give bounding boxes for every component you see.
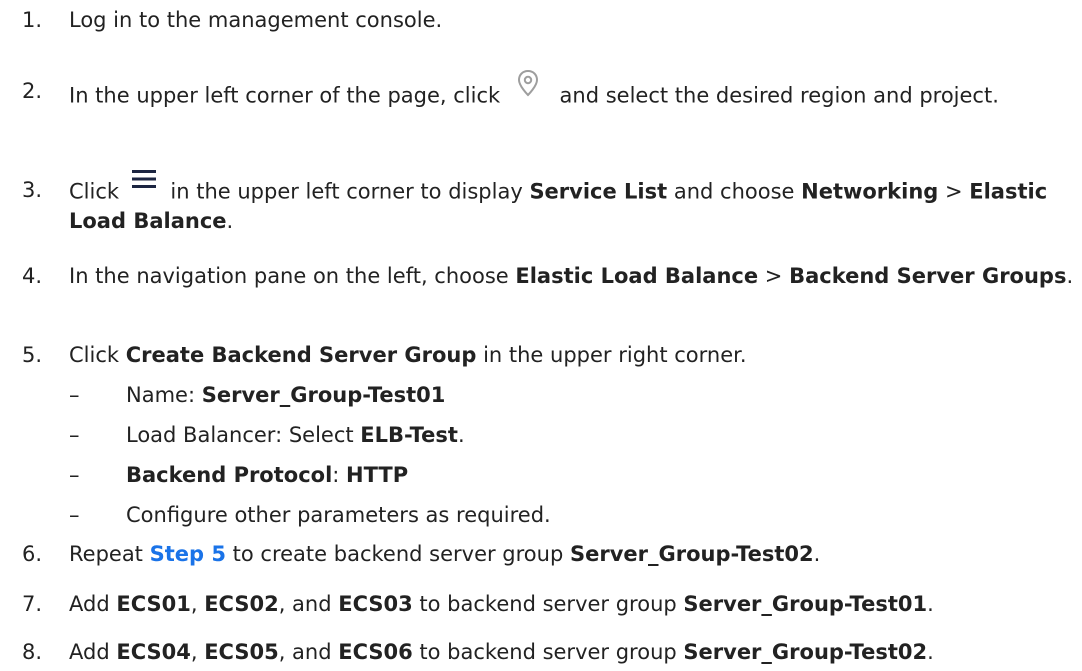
substep-text: Backend Protocol: HTTP [126,462,1075,489]
ecs05-label: ECS05 [204,640,279,664]
step-number: 1. [22,8,43,32]
bullet-dash: – [69,383,80,407]
step-number: 6. [22,542,43,566]
service-list-label: Service List [529,179,668,204]
backend-server-groups-label: Backend Server Groups [789,264,1067,288]
http-value: HTTP [346,463,409,487]
location-pin-icon [513,68,543,105]
step-7: 7. Add ECS01, ECS02, and ECS03 to backen… [0,591,1075,618]
step-text-part: in the upper left corner to display [163,179,530,204]
step-8: 8. Add ECS04, ECS05, and ECS06 to backen… [0,639,1075,666]
step-text-part: In the upper left corner of the page, cl… [69,83,507,108]
ecs02-label: ECS02 [204,592,279,616]
backend-protocol-label: Backend Protocol [126,463,333,487]
step-text-part: to backend server group [412,592,684,616]
step-text-part: to backend server group [412,640,684,664]
step-4: 4. In the navigation pane on the left, c… [0,263,1075,290]
step-text-part: , [190,640,205,664]
elb-test-value: ELB-Test [360,423,458,447]
document-page: { "steps": [ {"num": "1.", "text": "Log … [0,0,1082,671]
step-text: Log in to the management console. [69,8,443,32]
substep-text: Load Balancer: Select ELB-Test. [126,422,1075,449]
step-text-part: and choose [667,179,802,204]
step-text: Add ECS01, ECS02, and ECS03 to backend s… [69,591,1075,618]
step-text-part: In the navigation pane on the left, choo… [69,264,516,288]
step-text-part: Add [69,640,117,664]
bullet-dash: – [69,503,80,527]
step-text-part: Click [69,179,126,204]
ecs04-label: ECS04 [116,640,191,664]
step-number: 4. [22,264,43,288]
step-text-part: . [226,209,234,233]
step-text: Add ECS04, ECS05, and ECS06 to backend s… [69,639,1075,666]
step-text-part: , [190,592,205,616]
ecs06-label: ECS06 [338,640,413,664]
step-text-part: and select the desired region and projec… [552,83,999,108]
step-text: In the upper left corner of the page, cl… [69,69,1075,115]
step-text: Repeat Step 5 to create backend server g… [69,541,1075,568]
substep-backend-protocol: – Backend Protocol: HTTP [0,462,1075,489]
substep-text-part: Load Balancer: Select [126,423,361,447]
substep-text: Configure other parameters as required. [126,503,551,527]
step-3: 3. Click in the upper left corner to dis… [0,170,1075,235]
server-group-name-value: Server_Group-Test01 [201,383,446,407]
step-number: 7. [22,592,43,616]
step-number: 3. [22,178,43,202]
step-6: 6. Repeat Step 5 to create backend serve… [0,541,1075,568]
step-text: Click in the upper left corner to displa… [69,170,1075,235]
step-text-part: . [1066,264,1074,288]
bullet-dash: – [69,463,80,487]
step-text-part: > [938,179,970,204]
ecs01-label: ECS01 [116,592,191,616]
server-group-test01-label: Server_Group-Test01 [683,592,928,616]
ecs03-label: ECS03 [338,592,413,616]
server-group-test02-label: Server_Group-Test02 [569,542,814,566]
step-text-part: . [927,592,934,616]
substep-name: – Name: Server_Group-Test01 [0,382,1075,409]
step-text-part: , and [278,592,339,616]
hamburger-menu-icon [130,167,158,198]
substep-text: Name: Server_Group-Test01 [126,382,1075,409]
substep-load-balancer: – Load Balancer: Select ELB-Test. [0,422,1075,449]
step-text-part: to create backend server group [225,542,570,566]
substep-text-part: . [457,423,465,447]
step-text-part: > [758,264,790,288]
step-text: Click Create Backend Server Group in the… [69,342,1075,369]
step-2: 2. In the upper left corner of the page,… [0,69,1075,115]
step-text-part: Click [69,343,126,367]
substep-text-part: Name: [126,383,202,407]
step-5-link[interactable]: Step 5 [150,542,226,566]
step-text-part: in the upper right corner. [476,343,747,367]
step-text: In the navigation pane on the left, choo… [69,263,1075,290]
step-text-part: , and [278,640,339,664]
step-5: 5. Click Create Backend Server Group in … [0,342,1075,369]
step-1: 1. Log in to the management console. [0,7,1075,34]
step-text-part: Add [69,592,117,616]
step-text-part: . [927,640,934,664]
substep-other-parameters: – Configure other parameters as required… [0,502,1075,529]
step-number: 8. [22,640,43,664]
bullet-dash: – [69,423,80,447]
elastic-load-balance-label: Elastic Load Balance [515,264,759,288]
step-number: 2. [22,79,43,103]
networking-label: Networking [801,179,939,204]
substep-text-part: : [332,463,347,487]
step-text-part: Repeat [69,542,150,566]
server-group-test02-label: Server_Group-Test02 [683,640,928,664]
create-backend-server-group-label: Create Backend Server Group [125,343,477,367]
step-number: 5. [22,343,43,367]
step-text-part: . [813,542,821,566]
